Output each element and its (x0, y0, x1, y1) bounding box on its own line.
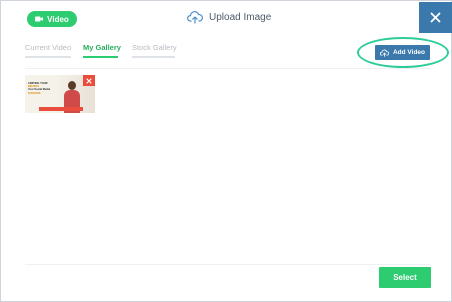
upload-image-button[interactable]: Upload Image (187, 8, 271, 26)
tab-current-video[interactable]: Current Video (25, 42, 71, 58)
media-picker-modal: Video Upload Image Current Video My Gall… (0, 0, 452, 302)
select-label: Select (393, 273, 417, 282)
close-icon (430, 12, 441, 23)
video-mode-button[interactable]: Video (27, 11, 77, 27)
thumbnail-headline: LIMITING YOUR BELIEFS Your Social Media … (28, 82, 58, 95)
divider (25, 68, 431, 69)
video-camera-icon (35, 16, 44, 22)
cloud-upload-icon (187, 11, 203, 24)
close-button[interactable] (419, 2, 452, 33)
video-mode-label: Video (47, 14, 69, 24)
add-video-label: Add Video (392, 49, 426, 56)
tab-current-video-label: Current Video (25, 43, 72, 52)
thumbnail-headline-line: SUCCESS (28, 91, 41, 95)
divider (25, 264, 431, 265)
thumbnail-banner (39, 107, 83, 111)
close-icon (86, 77, 92, 84)
tab-stock-gallery[interactable]: Stock Gallery (132, 42, 177, 58)
tab-my-gallery[interactable]: My Gallery (83, 42, 121, 58)
upload-image-label: Upload Image (209, 11, 272, 23)
select-button[interactable]: Select (379, 267, 431, 288)
cloud-upload-icon (379, 49, 389, 57)
add-video-button[interactable]: Add Video (375, 45, 430, 60)
tab-stock-gallery-label: Stock Gallery (132, 43, 177, 52)
tab-my-gallery-label: My Gallery (83, 43, 121, 52)
remove-item-button[interactable] (83, 75, 95, 86)
